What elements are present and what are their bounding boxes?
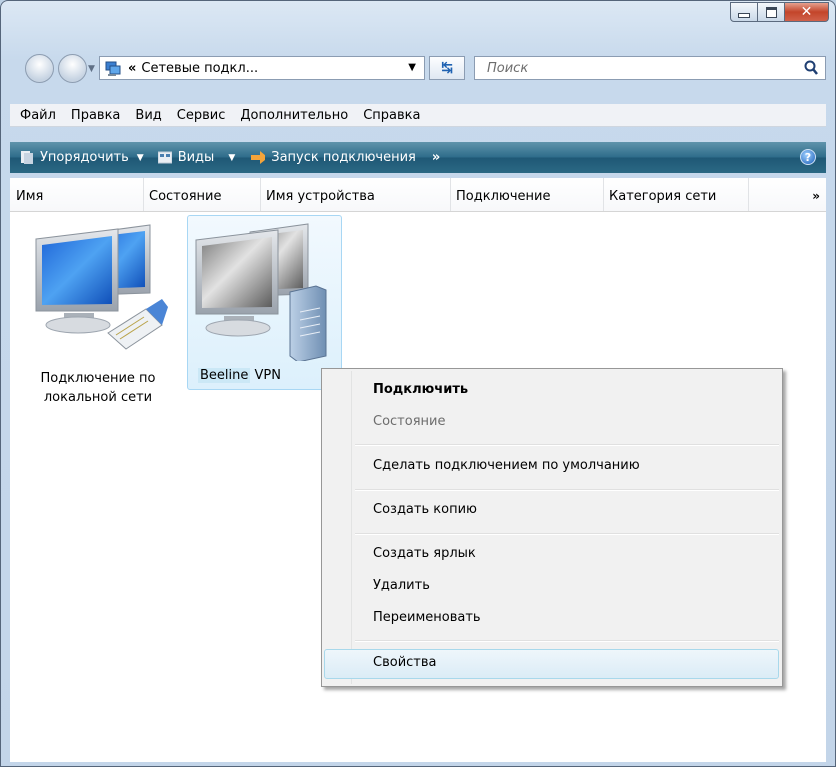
help-icon[interactable]: ?	[800, 149, 816, 165]
minimize-icon	[738, 12, 750, 18]
menu-item-create-copy[interactable]: Создать копию	[373, 502, 477, 517]
column-device-label: Имя устройства	[266, 189, 375, 204]
column-header: Имя Состояние Имя устройства Подключение…	[10, 178, 826, 212]
vpn-computers-icon	[195, 223, 327, 361]
column-name[interactable]: Имя	[10, 178, 144, 211]
close-icon: ✕	[800, 4, 813, 20]
search-icon[interactable]	[801, 58, 821, 78]
context-menu: Подключить Состояние Сделать подключение…	[321, 368, 783, 687]
column-name-label: Имя	[16, 189, 44, 204]
menu-file[interactable]: Файл	[20, 108, 56, 123]
menu-separator	[355, 640, 779, 642]
explorer-window: ✕ ▼ « Сетевые подкл... ▼ ↹ Поиск Файл Пр…	[0, 0, 836, 767]
local-connection-label-line1: Подключение по	[40, 371, 156, 386]
address-dropdown-icon[interactable]: ▼	[408, 62, 416, 73]
menu-advanced[interactable]: Дополнительно	[240, 108, 348, 123]
maximize-icon	[765, 6, 777, 18]
forward-arrow-icon	[59, 55, 86, 82]
menu-help[interactable]: Справка	[363, 108, 420, 123]
search-input[interactable]: Поиск	[487, 61, 801, 76]
column-status-label: Состояние	[149, 189, 222, 204]
column-category-label: Категория сети	[609, 189, 717, 204]
column-status[interactable]: Состояние	[143, 178, 261, 211]
views-label: Виды	[177, 150, 215, 165]
menu-edit[interactable]: Правка	[71, 108, 120, 123]
recent-pages-dropdown[interactable]: ▼	[88, 64, 95, 74]
menu-gutter	[351, 371, 352, 684]
start-connection-label: Запуск подключения	[271, 150, 416, 165]
menu-separator	[355, 533, 779, 535]
beeline-vpn-item[interactable]: Beeline VPN	[187, 215, 342, 390]
menu-view[interactable]: Вид	[135, 108, 161, 123]
menu-item-rename[interactable]: Переименовать	[373, 610, 481, 625]
column-network-category[interactable]: Категория сети	[603, 178, 749, 211]
organize-label: Упорядочить	[40, 150, 129, 165]
organize-button[interactable]: Упорядочить ▼	[20, 150, 144, 165]
organize-icon	[21, 151, 33, 164]
beeline-vpn-label-part2: VPN	[254, 368, 281, 383]
search-box[interactable]: Поиск	[474, 56, 826, 80]
network-computers-icon	[35, 224, 168, 350]
refresh-button[interactable]: ↹	[429, 56, 465, 80]
local-connection-label: Подключение по локальной сети	[28, 369, 168, 407]
menu-item-set-default[interactable]: Сделать подключением по умолчанию	[373, 458, 640, 473]
menu-item-connect[interactable]: Подключить	[373, 382, 468, 397]
organize-dropdown-icon: ▼	[136, 152, 144, 163]
column-connection[interactable]: Подключение	[450, 178, 604, 211]
menu-item-create-shortcut[interactable]: Создать ярлык	[373, 546, 476, 561]
maximize-button[interactable]	[758, 2, 785, 22]
menu-separator	[355, 444, 779, 446]
menu-item-properties[interactable]: Свойства	[373, 655, 437, 670]
address-bar[interactable]: « Сетевые подкл... ▼	[99, 56, 425, 80]
close-button[interactable]: ✕	[785, 2, 829, 22]
minimize-button[interactable]	[730, 2, 758, 22]
menu-item-status: Состояние	[373, 414, 446, 429]
back-button[interactable]	[25, 54, 54, 83]
column-connection-label: Подключение	[456, 189, 551, 204]
views-icon	[157, 151, 172, 164]
back-arrow-icon	[26, 55, 53, 82]
beeline-vpn-label: Beeline VPN	[188, 366, 341, 385]
network-folder-icon	[105, 61, 121, 76]
column-device-name[interactable]: Имя устройства	[260, 178, 451, 211]
caption-buttons: ✕	[730, 2, 829, 22]
menu-tools[interactable]: Сервис	[177, 108, 226, 123]
menu-item-delete[interactable]: Удалить	[373, 578, 430, 593]
address-path: Сетевые подкл...	[141, 60, 259, 76]
toolbar-more-button[interactable]: »	[432, 150, 440, 165]
local-connection-label-line2: локальной сети	[43, 390, 153, 405]
command-bar: Упорядочить ▼ Виды ▼ Запуск подключения …	[10, 142, 826, 173]
start-connection-button[interactable]: Запуск подключения	[251, 150, 416, 165]
beeline-vpn-label-part1: Beeline	[198, 368, 251, 383]
menu-separator	[355, 489, 779, 491]
menu-bar: Файл Правка Вид Сервис Дополнительно Спр…	[10, 104, 826, 127]
address-separator: «	[128, 60, 137, 76]
refresh-icon: ↹	[441, 60, 453, 76]
views-button[interactable]: Виды ▼	[157, 150, 236, 165]
views-dropdown-icon: ▼	[228, 152, 236, 163]
connect-arrow-icon	[251, 151, 266, 164]
columns-more-button[interactable]: »	[812, 189, 820, 203]
forward-button[interactable]	[58, 54, 87, 83]
